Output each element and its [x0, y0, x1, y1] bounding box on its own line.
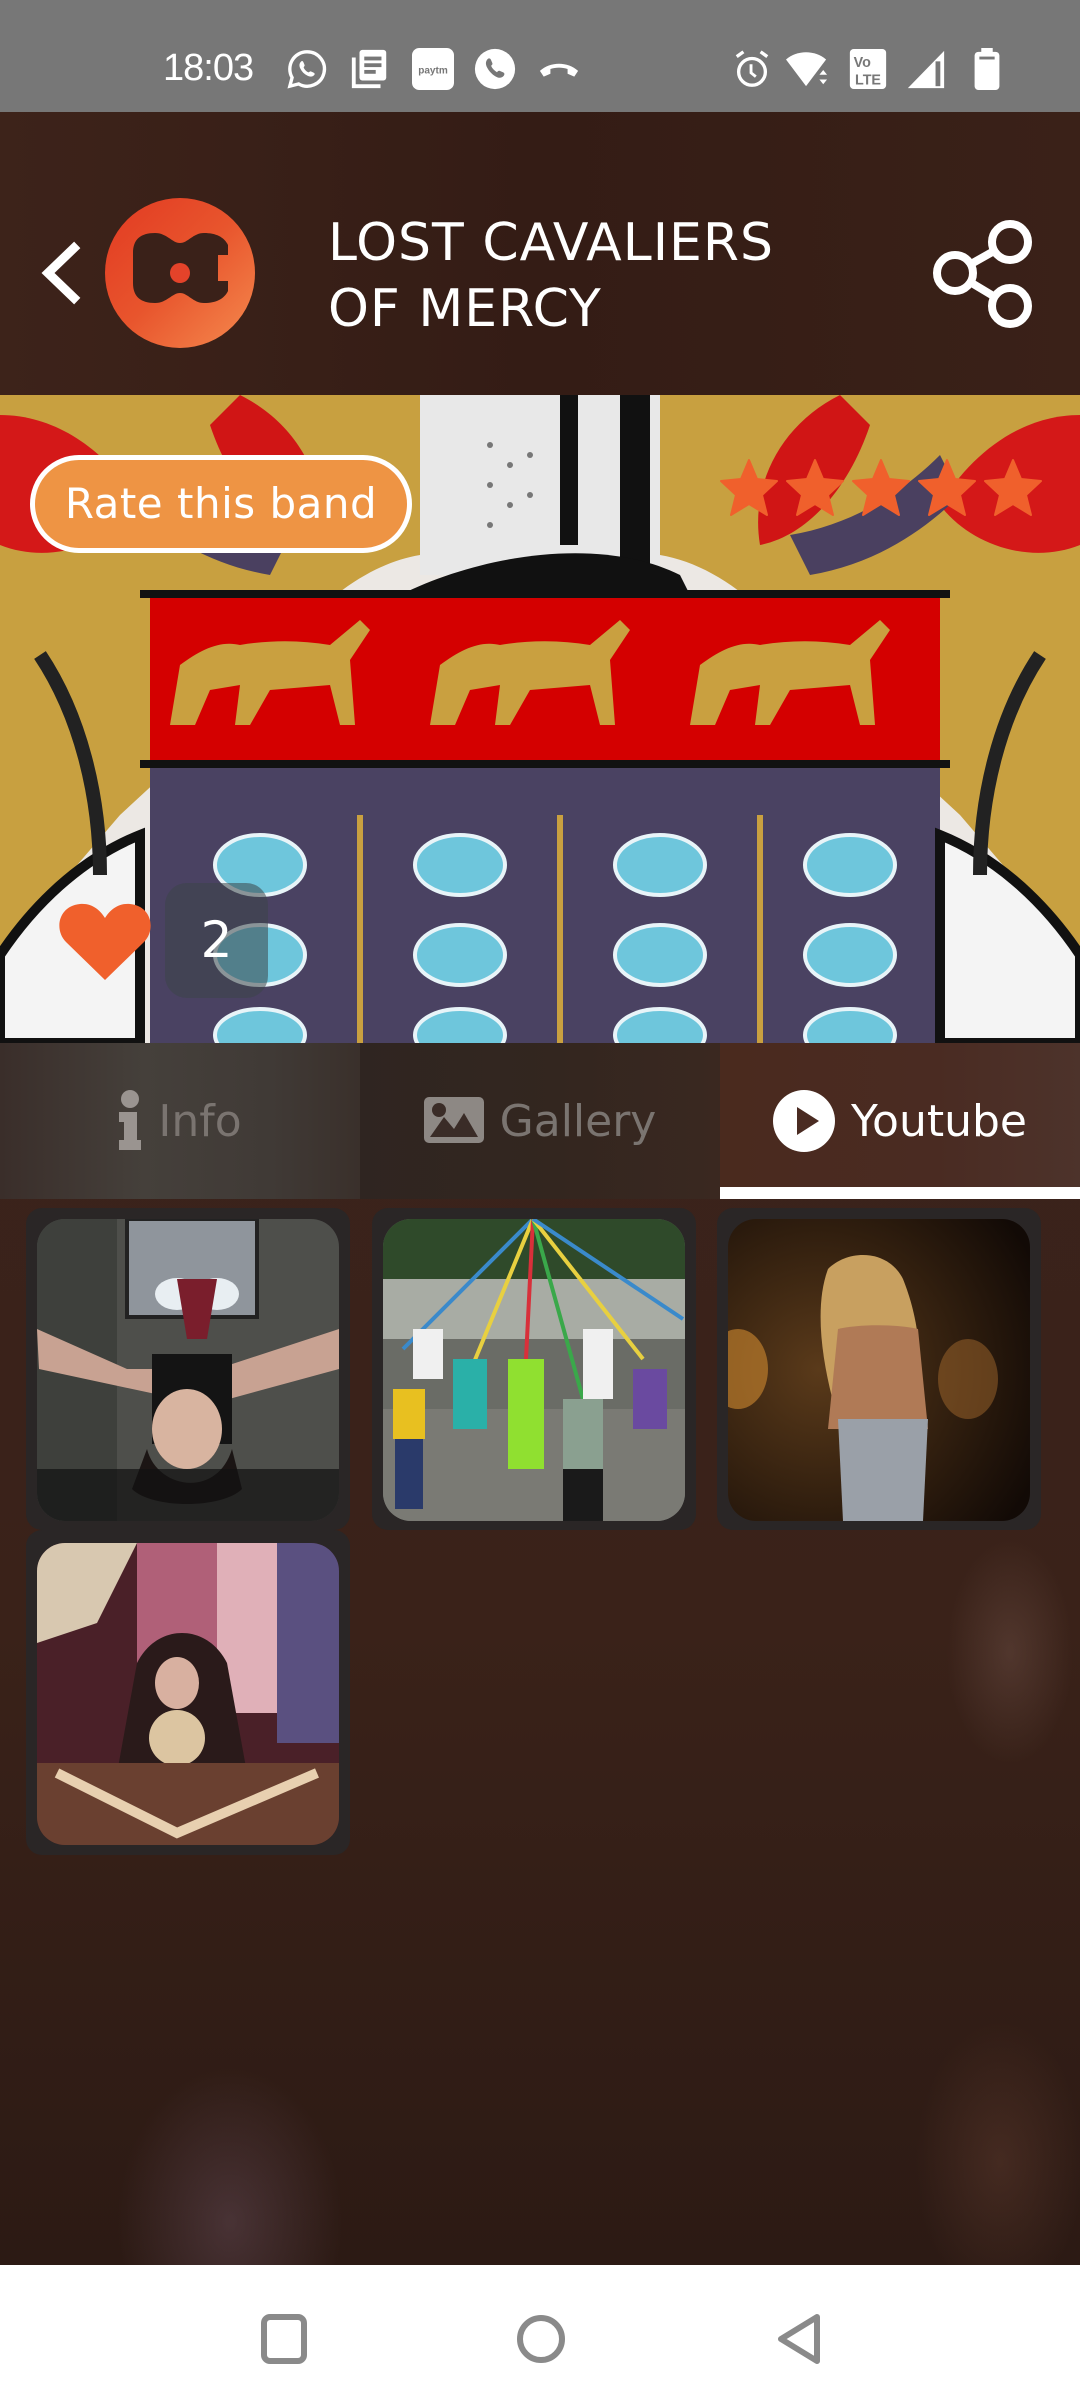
band-title-line-1: LOST CAVALIERS [328, 213, 775, 273]
app-logo[interactable] [105, 198, 255, 348]
alarm-icon [732, 48, 772, 90]
play-circle-icon [773, 1090, 835, 1152]
svg-text:Vo: Vo [854, 55, 871, 71]
share-button[interactable] [930, 218, 1035, 328]
whatsapp-icon [285, 48, 329, 90]
home-button[interactable] [516, 2313, 566, 2365]
video-card[interactable] [717, 1208, 1041, 1530]
video-thumbnail [383, 1219, 685, 1521]
tab-info[interactable]: Info [0, 1043, 360, 1199]
circle-home-icon [517, 2315, 565, 2363]
square-recents-icon [261, 2314, 307, 2364]
signal-icon [905, 48, 947, 90]
heart-icon [59, 903, 151, 980]
video-card[interactable] [26, 1208, 350, 1530]
back-button[interactable] [36, 240, 86, 306]
video-card[interactable] [372, 1208, 696, 1530]
back-nav-button[interactable] [775, 2313, 825, 2365]
video-thumbnail [37, 1543, 339, 1845]
share-icon [933, 220, 1032, 328]
image-icon [423, 1097, 484, 1143]
status-bar: 18:03 paytm Vo LTE [0, 0, 1080, 112]
tab-gallery[interactable]: Gallery [360, 1043, 720, 1199]
tab-info-label: Info [158, 1095, 242, 1147]
news-icon [350, 48, 390, 90]
band-banner: Rate this band 2 [0, 395, 1080, 1043]
chevron-left-icon [41, 241, 81, 305]
like-button[interactable] [58, 900, 152, 982]
svg-text:LTE: LTE [855, 72, 881, 88]
star-icon[interactable] [984, 458, 1042, 518]
star-icon[interactable] [918, 458, 976, 518]
video-card[interactable] [26, 1530, 350, 1855]
info-icon [119, 1090, 142, 1150]
tab-bar: Info Gallery Youtube [0, 1043, 1080, 1199]
band-title-line-2: OF MERCY [328, 279, 602, 339]
recents-button[interactable] [260, 2313, 310, 2365]
video-thumbnail [37, 1219, 339, 1521]
triangle-back-icon [778, 2314, 820, 2364]
battery-icon [972, 48, 1002, 90]
guitar-c-logo-icon [105, 198, 255, 348]
tab-youtube-label: Youtube [851, 1095, 1027, 1147]
tab-youtube[interactable]: Youtube [720, 1043, 1080, 1199]
phone-icon [472, 48, 518, 90]
star-icon[interactable] [852, 458, 910, 518]
status-time: 18:03 [163, 47, 254, 89]
rating-stars [720, 458, 1050, 520]
star-icon[interactable] [786, 458, 844, 518]
star-icon[interactable] [720, 458, 778, 518]
volte-icon: Vo LTE [848, 48, 888, 90]
wifi-icon [783, 48, 831, 90]
like-count: 2 [165, 883, 268, 998]
system-nav-bar [0, 2265, 1080, 2400]
call-end-icon [535, 48, 583, 90]
active-tab-indicator [720, 1187, 1080, 1199]
paytm-icon: paytm [410, 48, 456, 90]
band-title: LOST CAVALIERS OF MERCY [328, 210, 848, 342]
svg-text:paytm: paytm [418, 66, 448, 77]
video-thumbnail [728, 1219, 1030, 1521]
tab-gallery-label: Gallery [499, 1095, 657, 1147]
rate-band-button[interactable]: Rate this band [30, 455, 412, 553]
